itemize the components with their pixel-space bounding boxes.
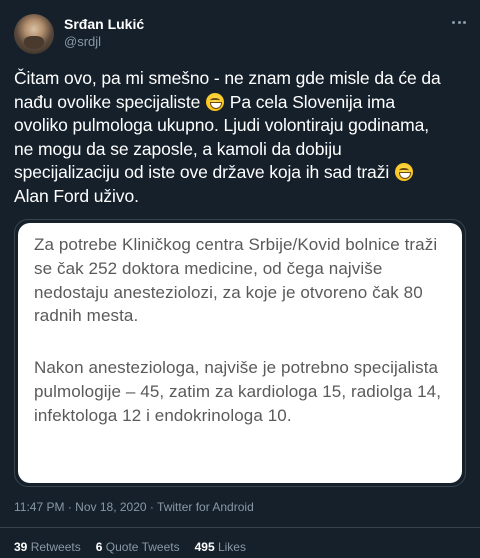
retweets-count: 39 <box>14 540 28 554</box>
tweet-line: Čitam ovo, pa mi smešno - ne znam gde mi… <box>14 68 441 88</box>
quote-tweets-count: 6 <box>95 540 103 554</box>
tweet-line: ne mogu da se zaposle, a kamoli da dobij… <box>14 138 342 159</box>
grinning-face-emoji-icon <box>394 163 413 181</box>
quote-tweets-stat[interactable]: 6 Quote Tweets <box>96 539 180 555</box>
tweet-line: nađu ovolike specijaliste <box>14 91 201 112</box>
tweet-date[interactable]: Nov 18, 2020 <box>75 500 146 514</box>
media-image[interactable]: Za potrebe Kliničkog centra Srbije/Kovid… <box>18 223 462 483</box>
media-paragraph: Nakon anesteziologa, najviše je potrebno… <box>34 358 442 425</box>
tweet-source[interactable]: Twitter for Android <box>157 500 254 514</box>
engagement-stats: 39 Retweets 6 Quote Tweets 495 Likes <box>14 539 246 555</box>
likes-label: Likes <box>217 540 246 554</box>
tweet-meta: 11:47 PM · Nov 18, 2020 · Twitter for An… <box>14 499 254 515</box>
meta-separator: · <box>149 500 158 514</box>
likes-count: 495 <box>194 540 215 554</box>
grinning-face-emoji-icon <box>206 92 224 111</box>
quote-tweets-label: Quote Tweets <box>105 540 180 554</box>
avatar[interactable] <box>14 14 54 54</box>
tweet: Srđan Lukić @srdjl Čitam ovo, pa mi smeš… <box>0 0 480 558</box>
avatar-beard <box>24 36 44 49</box>
divider <box>0 527 480 528</box>
tweet-header: Srđan Lukić @srdjl <box>14 14 466 54</box>
author-display-name[interactable]: Srđan Lukić <box>64 15 144 33</box>
retweets-stat[interactable]: 39 Retweets <box>14 539 81 555</box>
more-options-icon[interactable] <box>452 18 466 26</box>
tweet-line: specijalizaciju od iste ove države koja … <box>14 162 390 182</box>
tweet-line: ovoliko pulmologa ukupno. Ljudi volontir… <box>14 115 429 135</box>
tweet-line: Pa cela Slovenija ima <box>229 91 395 112</box>
likes-stat[interactable]: 495 Likes <box>195 539 246 555</box>
retweets-label: Retweets <box>30 540 81 554</box>
tweet-time[interactable]: 11:47 PM <box>14 500 64 514</box>
media-paragraph: Za potrebe Kliničkog centra Srbije/Kovid… <box>34 235 438 326</box>
author-handle[interactable]: @srdjl <box>64 33 144 51</box>
tweet-line: Alan Ford uživo. <box>14 185 139 206</box>
author-block[interactable]: Srđan Lukić @srdjl <box>64 15 144 51</box>
tweet-text: Čitam ovo, pa mi smešno - ne znam gde mi… <box>14 67 470 208</box>
